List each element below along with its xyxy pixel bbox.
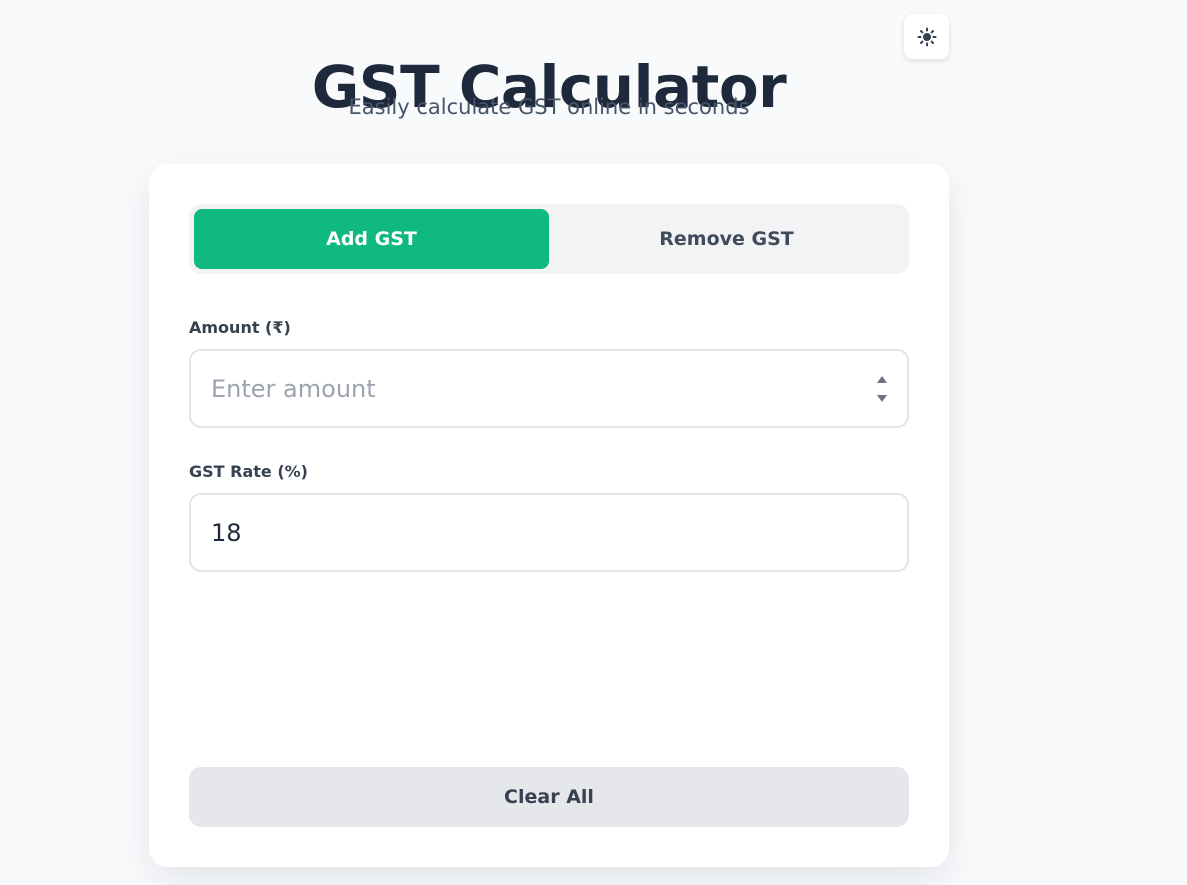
- clear-all-button[interactable]: Clear All: [189, 767, 909, 827]
- gst-rate-input[interactable]: [211, 495, 831, 570]
- remove-gst-tab[interactable]: Remove GST: [549, 209, 904, 269]
- page-subtitle: Easily calculate GST online in seconds: [348, 95, 750, 119]
- sun-icon: [917, 27, 936, 46]
- add-gst-tab[interactable]: Add GST: [194, 209, 549, 269]
- gst-rate-label: GST Rate (%): [189, 462, 308, 481]
- amount-field: [189, 349, 909, 428]
- calculator-card: Add GST Remove GST Amount (₹) GST Rate (…: [149, 164, 949, 867]
- spinner-up-icon[interactable]: [876, 375, 888, 384]
- mode-switch: Add GST Remove GST: [189, 204, 909, 274]
- spinner-down-icon[interactable]: [876, 394, 888, 403]
- amount-input[interactable]: [211, 351, 831, 426]
- amount-label: Amount (₹): [189, 318, 291, 337]
- theme-toggle-button[interactable]: [904, 14, 949, 59]
- amount-spinner[interactable]: [875, 375, 889, 403]
- gst-rate-field: [189, 493, 909, 572]
